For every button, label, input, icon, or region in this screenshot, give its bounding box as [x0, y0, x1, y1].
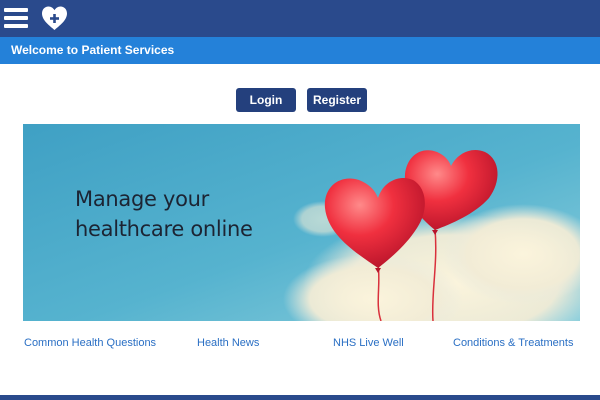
hero-headline-line2: healthcare online: [75, 217, 253, 241]
login-button[interactable]: Login: [236, 88, 296, 112]
link-common-health-questions[interactable]: Common Health Questions: [24, 337, 156, 349]
welcome-banner: Welcome to Patient Services: [0, 37, 600, 64]
top-nav-bar: [0, 0, 600, 37]
link-nhs-live-well[interactable]: NHS Live Well: [333, 337, 404, 349]
hamburger-menu-icon[interactable]: [4, 7, 28, 29]
heart-plus-logo-icon[interactable]: [41, 5, 68, 31]
link-conditions-treatments[interactable]: Conditions & Treatments: [453, 337, 573, 349]
welcome-text: Welcome to Patient Services: [11, 43, 175, 57]
bottom-bar: [0, 395, 600, 400]
patient-services-page: Welcome to Patient Services Login Regist…: [0, 0, 600, 400]
hero-headline-line1: Manage your: [75, 187, 210, 211]
hero-banner: Manage your healthcare online: [23, 124, 580, 321]
hero-headline: Manage your healthcare online: [75, 184, 253, 244]
register-button[interactable]: Register: [307, 88, 367, 112]
link-health-news[interactable]: Health News: [197, 337, 259, 349]
